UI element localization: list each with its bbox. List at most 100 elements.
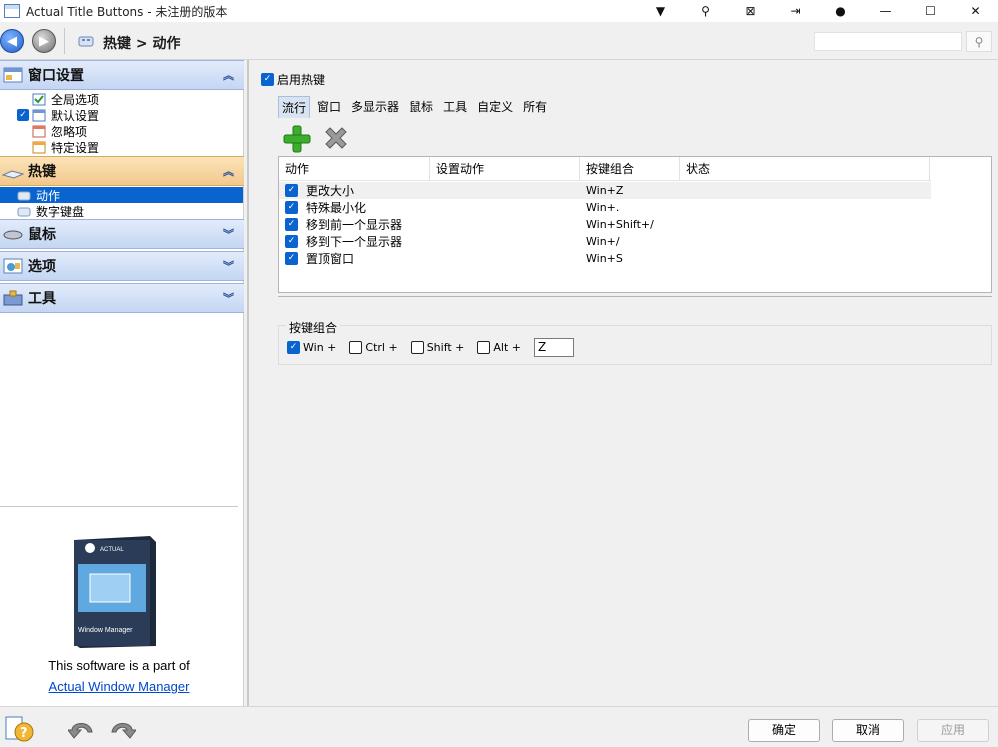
window-icon bbox=[32, 109, 46, 121]
main-content: ✓ 启用热键 流行 窗口 多显示器 鼠标 工具 自定义 所有 动作 设置动作 按… bbox=[250, 60, 998, 706]
search-input[interactable] bbox=[814, 32, 962, 51]
move-to-monitor-button[interactable]: ⇥ bbox=[773, 0, 818, 22]
numpad-icon bbox=[17, 207, 31, 216]
chevron-up-icon: ︽ bbox=[223, 165, 234, 178]
win-checkbox[interactable]: ✓ bbox=[287, 341, 300, 354]
promo-link[interactable]: Actual Window Manager bbox=[0, 679, 238, 694]
group-hotkeys[interactable]: 热键 ︽ bbox=[0, 156, 244, 186]
row-checkbox[interactable]: ✓ bbox=[285, 218, 298, 231]
back-button[interactable]: ◀ bbox=[0, 29, 24, 53]
minimize-to-tray-button[interactable]: ● bbox=[818, 0, 863, 22]
app-icon bbox=[4, 4, 20, 18]
column-header-action[interactable]: 动作 bbox=[279, 157, 430, 181]
window-settings-icon bbox=[3, 67, 23, 83]
search-icon: ⚲ bbox=[974, 34, 984, 49]
tab-all[interactable]: 所有 bbox=[520, 96, 550, 118]
ok-button[interactable]: 确定 bbox=[748, 719, 820, 742]
delete-button[interactable] bbox=[322, 124, 350, 152]
group-mouse[interactable]: 鼠标 ︾ bbox=[0, 219, 244, 249]
apply-button[interactable]: 应用 bbox=[917, 719, 989, 742]
help-icon[interactable]: ? bbox=[4, 715, 34, 743]
group-label: 工具 bbox=[28, 291, 56, 307]
group-label: 鼠标 bbox=[28, 227, 56, 243]
tab-mouse[interactable]: 鼠标 bbox=[406, 96, 436, 118]
title-bar: Actual Title Buttons - 未注册的版本 ▼ ⚲ ⊠ ⇥ ● … bbox=[0, 0, 998, 22]
search-button[interactable]: ⚲ bbox=[966, 31, 992, 52]
table-row[interactable]: ✓ 移到前一个显示器 Win+Shift+/ bbox=[279, 216, 931, 233]
key-combo-row: ✓ Win + Ctrl + Shift + Alt + Z bbox=[287, 338, 575, 357]
row-checkbox[interactable]: ✓ bbox=[285, 252, 298, 265]
group-tools[interactable]: 工具 ︾ bbox=[0, 283, 244, 313]
sidebar-item-global-options[interactable]: 全局选项 bbox=[0, 91, 243, 107]
shift-modifier[interactable]: Shift + bbox=[410, 341, 465, 354]
group-window-settings[interactable]: 窗口设置 ︽ bbox=[0, 60, 244, 90]
chevron-down-icon: ︾ bbox=[223, 228, 234, 241]
tab-multi-monitor[interactable]: 多显示器 bbox=[348, 96, 402, 118]
alt-modifier[interactable]: Alt + bbox=[477, 341, 521, 354]
ctrl-modifier[interactable]: Ctrl + bbox=[349, 341, 398, 354]
row-keys: Win+/ bbox=[586, 235, 620, 248]
category-tabs: 流行 窗口 多显示器 鼠标 工具 自定义 所有 bbox=[278, 96, 554, 118]
row-keys: Win+Z bbox=[586, 184, 624, 197]
hotkey-icon bbox=[78, 36, 94, 47]
column-header-set-action[interactable]: 设置动作 bbox=[430, 157, 580, 181]
shift-label: Shift + bbox=[426, 341, 465, 354]
win-label: Win + bbox=[303, 341, 337, 354]
sidebar-item-label: 特定设置 bbox=[51, 140, 100, 155]
group-options[interactable]: 选项 ︾ bbox=[0, 251, 244, 281]
redo-icon[interactable] bbox=[108, 718, 136, 740]
ctrl-label: Ctrl + bbox=[365, 341, 398, 354]
sidebar: 窗口设置 ︽ 全局选项 ✓ 默认设置 忽略项 特定设置 热键 ︽ 动作 数字键盘… bbox=[0, 60, 244, 706]
column-header-status[interactable]: 状态 bbox=[680, 157, 930, 181]
sidebar-item-actions[interactable]: 动作 bbox=[0, 187, 243, 203]
cancel-button[interactable]: 取消 bbox=[832, 719, 904, 742]
table-row[interactable]: ✓ 更改大小 Win+Z bbox=[279, 182, 931, 199]
roll-up-button[interactable]: ▼ bbox=[638, 0, 683, 22]
alt-checkbox[interactable] bbox=[477, 341, 491, 354]
row-keys: Win+S bbox=[586, 252, 623, 265]
tab-tools[interactable]: 工具 bbox=[440, 96, 470, 118]
tab-popular[interactable]: 流行 bbox=[278, 96, 311, 118]
pin-button[interactable]: ⚲ bbox=[683, 0, 728, 22]
transparency-button[interactable]: ⊠ bbox=[728, 0, 773, 22]
tab-window[interactable]: 窗口 bbox=[314, 96, 344, 118]
chevron-down-icon: ︾ bbox=[223, 260, 234, 273]
row-action: 移到下一个显示器 bbox=[306, 235, 403, 249]
ctrl-checkbox[interactable] bbox=[349, 341, 363, 354]
table-row[interactable]: ✓ 移到下一个显示器 Win+/ bbox=[279, 233, 931, 250]
sidebar-item-numpad[interactable]: 数字键盘 bbox=[0, 203, 243, 219]
sidebar-item-exclusions[interactable]: 忽略项 bbox=[0, 123, 243, 139]
checkbox-checked-icon[interactable]: ✓ bbox=[17, 109, 29, 121]
row-checkbox[interactable]: ✓ bbox=[285, 184, 298, 197]
column-header-key-combo[interactable]: 按键组合 bbox=[580, 157, 680, 181]
shift-checkbox[interactable] bbox=[410, 341, 424, 354]
undo-icon[interactable] bbox=[68, 718, 96, 740]
alt-label: Alt + bbox=[493, 341, 522, 354]
enable-hotkeys-checkbox[interactable]: ✓ bbox=[261, 73, 274, 86]
actions-icon bbox=[17, 191, 31, 200]
options-icon bbox=[3, 258, 23, 274]
table-row[interactable]: ✓ 特殊最小化 Win+. bbox=[279, 199, 931, 216]
table-row[interactable]: ✓ 置顶窗口 Win+S bbox=[279, 250, 931, 267]
svg-text:?: ? bbox=[20, 726, 28, 741]
sidebar-item-label: 数字键盘 bbox=[36, 204, 85, 219]
sidebar-item-specific-settings[interactable]: 特定设置 bbox=[0, 139, 243, 155]
tab-custom[interactable]: 自定义 bbox=[474, 96, 516, 118]
row-checkbox[interactable]: ✓ bbox=[285, 235, 298, 248]
group-label: 选项 bbox=[28, 259, 56, 275]
key-input[interactable]: Z bbox=[534, 338, 575, 357]
win-modifier[interactable]: ✓ Win + bbox=[287, 341, 336, 354]
arrow-left-icon: ◀ bbox=[7, 33, 17, 49]
row-checkbox[interactable]: ✓ bbox=[285, 201, 298, 214]
maximize-button[interactable]: ☐ bbox=[908, 0, 953, 22]
minimize-button[interactable]: — bbox=[863, 0, 908, 22]
group-label: 窗口设置 bbox=[28, 68, 84, 84]
forward-button[interactable]: ▶ bbox=[32, 29, 56, 53]
row-keys: Win+. bbox=[586, 201, 620, 214]
add-button[interactable] bbox=[282, 124, 312, 154]
enable-hotkeys-row[interactable]: ✓ 启用热键 bbox=[261, 71, 325, 88]
close-button[interactable]: ✕ bbox=[953, 0, 998, 22]
sidebar-item-default-settings[interactable]: ✓ 默认设置 bbox=[0, 107, 243, 123]
panel-splitter[interactable] bbox=[247, 60, 249, 706]
row-action: 移到前一个显示器 bbox=[306, 218, 403, 232]
